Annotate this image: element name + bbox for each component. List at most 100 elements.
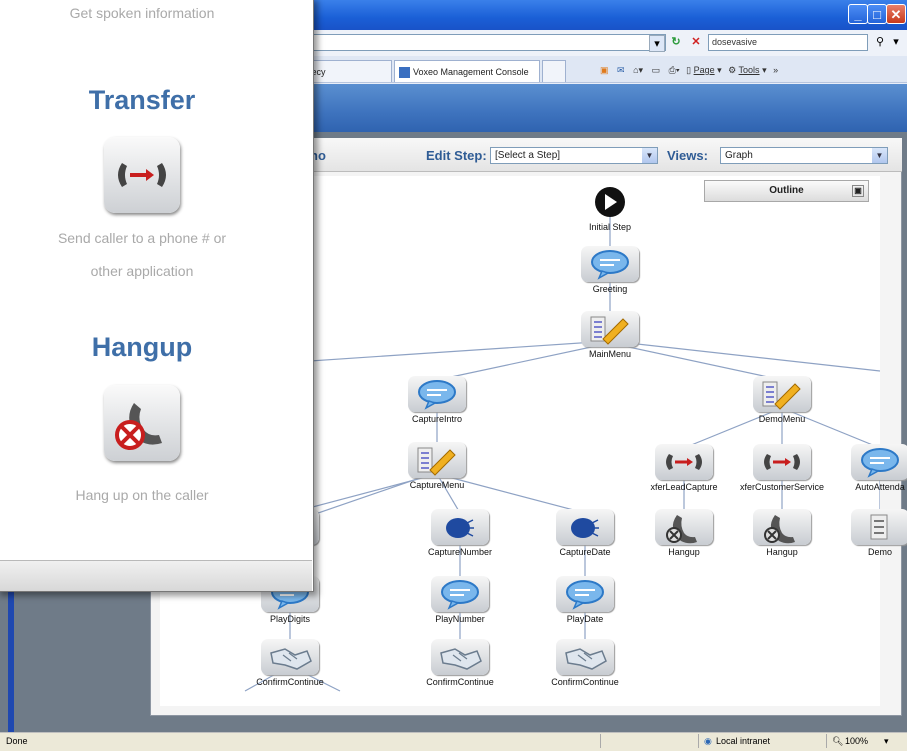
graph-node-hangup1[interactable]: Hangup — [655, 509, 713, 557]
voxeo-favicon-icon — [399, 67, 410, 78]
graph-node-demo[interactable]: Demo — [851, 509, 907, 557]
palette-hangup-button[interactable] — [104, 385, 180, 461]
play-icon — [581, 184, 639, 220]
handshake-icon — [431, 639, 489, 675]
graph-node-label: MainMenu — [588, 349, 632, 359]
speech-bubble-icon — [851, 444, 907, 480]
search-input[interactable]: dosevasive — [708, 34, 868, 51]
status-bar: Done ◉ Local intranet 🔍︎ 100% ▾ — [0, 732, 907, 751]
email-icon[interactable]: ✉ — [617, 65, 625, 75]
outline-toggle-icon: ▣ — [852, 185, 864, 197]
head-icon — [431, 509, 489, 545]
graph-node-mainmenu[interactable]: MainMenu — [581, 311, 639, 359]
speech-bubble-icon — [408, 376, 466, 412]
speech-bubble-icon — [556, 576, 614, 612]
graph-node-demomenu[interactable]: DemoMenu — [753, 376, 811, 424]
graph-node-label: PlayDigits — [269, 614, 310, 624]
edit-step-select[interactable]: [Select a Step] ▼ — [490, 147, 658, 164]
graph-node-label: CaptureIntro — [411, 414, 463, 424]
graph-node-label: CaptureMenu — [409, 480, 465, 490]
graph-node-confirm2[interactable]: ConfirmContinue — [426, 639, 494, 687]
tools-menu[interactable]: ⚙ Tools ▾ — [728, 65, 766, 75]
zoom-level[interactable]: 100% — [845, 733, 868, 750]
status-divider — [826, 734, 827, 748]
graph-node-captureintro[interactable]: CaptureIntro — [408, 376, 466, 424]
palette-desc-getinfo: Get spoken information — [69, 5, 215, 21]
address-field[interactable] — [310, 34, 666, 51]
transfer-icon — [655, 444, 713, 480]
maximize-button[interactable]: □ — [867, 4, 887, 24]
address-dropdown-button[interactable]: ▾ — [649, 35, 665, 52]
command-bar: ▣ ✉ ⌂▾ ▭ ⎙▾ ▯ Page ▾ ⚙ Tools ▾ » — [600, 65, 779, 75]
print-icon[interactable]: ⎙ — [669, 65, 676, 75]
views-select[interactable]: Graph ▼ — [720, 147, 888, 164]
hangup-icon — [655, 509, 713, 545]
print-preview-icon[interactable]: ▭ — [652, 65, 661, 75]
graph-node-label: Demo — [867, 547, 892, 557]
search-icon[interactable]: ⚲ — [872, 34, 888, 51]
menu-icon — [851, 509, 907, 545]
zoom-icon: 🔍︎ — [832, 736, 844, 746]
palette-transfer-button[interactable] — [104, 137, 180, 213]
graph-node-confirm1[interactable]: ConfirmContinue — [256, 639, 324, 687]
hangup-icon — [753, 509, 811, 545]
graph-node-label: ConfirmContinue — [551, 677, 619, 687]
graph-node-label: AutoAttenda — [855, 482, 905, 492]
zoom-dropdown-icon[interactable]: ▾ — [884, 733, 889, 750]
status-divider — [698, 734, 699, 748]
palette-title-hangup: Hangup — [91, 332, 193, 362]
refresh-icon[interactable]: ↻ — [668, 34, 684, 51]
palette-title-transfer: Transfer — [88, 85, 196, 115]
graph-node-playdate[interactable]: PlayDate — [556, 576, 614, 624]
outline-button[interactable]: Outline ▣ — [704, 180, 869, 202]
speech-bubble-icon — [581, 246, 639, 282]
tab-label: Voxeo Management Console — [413, 67, 529, 77]
feeds-icon[interactable]: ▣ — [600, 65, 609, 75]
tab-voxeo-console[interactable]: Voxeo Management Console — [394, 60, 540, 82]
graph-node-label: PlayDate — [566, 614, 604, 624]
new-tab-button[interactable] — [542, 60, 566, 82]
speech-bubble-icon — [431, 576, 489, 612]
views-label: Views: — [667, 148, 708, 163]
palette-desc-transfer-2: other application — [90, 263, 194, 279]
transfer-icon — [753, 444, 811, 480]
handshake-icon — [556, 639, 614, 675]
more-commands-icon[interactable]: » — [773, 65, 778, 75]
graph-node-greeting[interactable]: Greeting — [581, 246, 639, 294]
transfer-icon — [118, 163, 166, 187]
minimize-button[interactable]: _ — [848, 4, 868, 24]
handshake-icon — [261, 639, 319, 675]
menu-pencil-icon — [581, 311, 639, 347]
intranet-icon: ◉ — [704, 736, 712, 746]
graph-node-playnumber[interactable]: PlayNumber — [431, 576, 489, 624]
graph-node-label: Initial Step — [588, 222, 632, 232]
zone-text: Local intranet — [716, 736, 771, 746]
graph-node-capturemenu[interactable]: CaptureMenu — [408, 442, 466, 490]
status-divider — [600, 734, 601, 748]
palette-desc-transfer-1: Send caller to a phone # or — [57, 230, 227, 246]
graph-node-hangup2[interactable]: Hangup — [753, 509, 811, 557]
graph-node-label: ConfirmContinue — [256, 677, 324, 687]
head-icon — [556, 509, 614, 545]
page-menu[interactable]: ▯ Page ▾ — [686, 65, 722, 75]
graph-node-label: Greeting — [592, 284, 628, 294]
close-button[interactable]: ✕ — [886, 4, 906, 24]
graph-node-initial[interactable]: Initial Step — [581, 184, 639, 232]
chevron-down-icon: ▼ — [872, 148, 887, 163]
graph-node-confirm3[interactable]: ConfirmContinue — [551, 639, 619, 687]
stop-icon[interactable]: ✕ — [688, 34, 704, 51]
graph-node-capturedate[interactable]: CaptureDate — [556, 509, 614, 557]
status-text: Done — [6, 736, 28, 746]
chevron-down-icon: ▼ — [642, 148, 657, 163]
hangup-icon — [115, 403, 162, 450]
palette-footer — [0, 560, 312, 591]
graph-node-autoatt[interactable]: AutoAttenda — [851, 444, 907, 492]
menu-pencil-icon — [408, 442, 466, 478]
edit-step-label: Edit Step: — [426, 148, 487, 163]
graph-node-xfercust[interactable]: xferCustomerService — [740, 444, 824, 492]
graph-node-capturenumber[interactable]: CaptureNumber — [428, 509, 492, 557]
search-options-icon[interactable]: ▾ — [890, 34, 902, 51]
palette-desc-hangup: Hang up on the caller — [75, 487, 209, 503]
menu-pencil-icon — [753, 376, 811, 412]
graph-node-xferlead[interactable]: xferLeadCapture — [650, 444, 718, 492]
